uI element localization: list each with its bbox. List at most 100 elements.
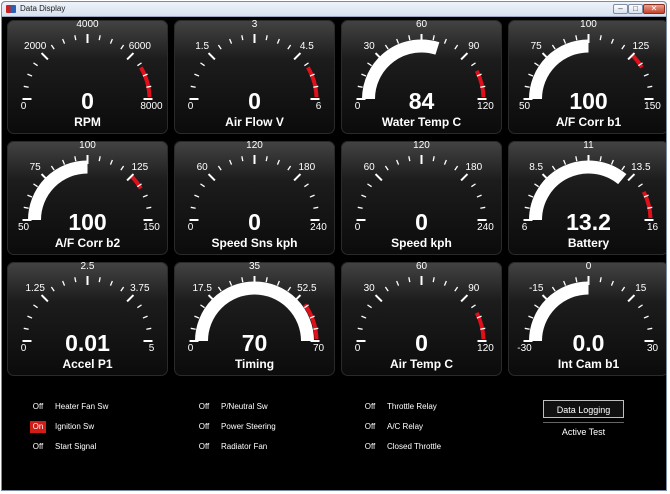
minor-tick	[276, 38, 280, 44]
minor-tick	[534, 183, 539, 188]
major-tick	[126, 52, 135, 61]
major-tick	[40, 52, 49, 61]
tick-label: 125	[632, 40, 650, 52]
switch-state: Off	[364, 402, 376, 411]
minor-tick	[443, 280, 447, 286]
minor-tick	[528, 73, 534, 77]
minor-tick	[265, 35, 268, 41]
tick-label: 52.5	[297, 282, 317, 294]
tick-label: 60	[415, 262, 428, 272]
tick-label: 30	[363, 40, 375, 52]
tick-label: 15	[635, 282, 647, 294]
minor-tick	[524, 206, 530, 209]
minor-tick	[304, 183, 309, 188]
tick-label: 1.5	[195, 40, 210, 52]
tick-label: 3	[251, 20, 258, 30]
tick-label: 60	[196, 161, 208, 173]
minor-tick	[120, 286, 125, 292]
major-tick	[293, 52, 302, 61]
minor-tick	[408, 156, 411, 162]
minor-tick	[50, 165, 55, 171]
title-bar[interactable]: Data Display – □ ✕	[2, 2, 666, 17]
major-tick	[207, 52, 216, 61]
tick-label: -15	[528, 282, 544, 294]
gauge-int-cam-b1: -30 -15 0 15 30 0.0 Int Cam b1	[508, 262, 666, 376]
switch-state: Off	[32, 402, 44, 411]
minor-tick	[610, 38, 614, 44]
gauge-value: 0.01	[65, 330, 110, 356]
gauge-value: 0	[248, 209, 261, 235]
active-test-button[interactable]: Active Test	[543, 422, 624, 440]
minor-tick	[74, 277, 77, 283]
gauge-accel-p1: 0 1.25 2.5 3.75 5 0.01 Accel P1	[7, 262, 168, 376]
minor-tick	[551, 165, 556, 171]
minor-tick	[610, 280, 614, 286]
minimize-button[interactable]: –	[613, 4, 628, 14]
gauge-rpm: 0 2000 4000 6000 8000 0 RPM	[7, 20, 168, 134]
minor-tick	[647, 327, 653, 330]
minor-tick	[599, 35, 602, 41]
redline-arc	[630, 53, 644, 69]
gauge-timing: 0 17.5 35 52.5 70 70 Timing	[174, 262, 335, 376]
minor-tick	[200, 183, 205, 188]
minor-tick	[454, 44, 459, 50]
minor-tick	[361, 315, 367, 319]
minor-tick	[621, 165, 626, 171]
tick-label: 100	[79, 141, 96, 151]
minor-tick	[190, 85, 196, 88]
minor-tick	[454, 286, 459, 292]
data-logging-button[interactable]: Data Logging	[543, 400, 624, 418]
gauge-air-flow-v: 0 1.5 3 4.5 6 0 Air Flow V	[174, 20, 335, 134]
minor-tick	[23, 327, 29, 330]
gauge-label: Int Cam b1	[557, 357, 620, 371]
minor-tick	[146, 206, 152, 209]
switch-name: Throttle Relay	[387, 402, 437, 411]
minor-tick	[432, 277, 435, 283]
minor-tick	[265, 277, 268, 283]
gauge-value: 13.2	[566, 209, 611, 235]
minor-tick	[621, 286, 626, 292]
minor-tick	[647, 85, 653, 88]
minor-tick	[109, 280, 113, 286]
minor-tick	[396, 38, 400, 44]
minor-tick	[62, 159, 66, 165]
minor-tick	[396, 159, 400, 165]
minor-tick	[287, 165, 292, 171]
minor-tick	[443, 159, 447, 165]
minor-tick	[563, 159, 567, 165]
minor-tick	[432, 35, 435, 41]
minor-tick	[287, 44, 292, 50]
minor-tick	[109, 159, 113, 165]
major-tick	[293, 173, 302, 182]
switch-name: Heater Fan Sw	[55, 402, 109, 411]
tick-label: 60	[363, 161, 375, 173]
switch-name: Power Steering	[221, 422, 276, 431]
minor-tick	[480, 206, 486, 209]
minor-tick	[27, 315, 33, 319]
minor-tick	[276, 280, 280, 286]
tick-label: 11	[583, 141, 594, 151]
gauge-value: 100	[68, 209, 107, 235]
gauge-a-f-corr-b2: 50 75 100 125 150 100 A/F Corr b2	[7, 141, 168, 255]
gauge-label: Speed kph	[391, 236, 452, 250]
minor-tick	[265, 156, 268, 162]
tick-label: 2000	[24, 40, 47, 52]
minor-tick	[396, 280, 400, 286]
maximize-button[interactable]: □	[628, 4, 643, 14]
major-tick	[126, 294, 135, 303]
tick-label: 180	[298, 161, 316, 173]
close-button[interactable]: ✕	[643, 4, 665, 14]
tick-label: 0	[585, 262, 592, 272]
gauge-value: 0.0	[572, 330, 605, 356]
major-tick	[40, 294, 49, 303]
switch-name: A/C Relay	[387, 422, 424, 431]
minor-tick	[610, 159, 614, 165]
switch-state: Off	[198, 402, 210, 411]
minor-tick	[142, 194, 148, 198]
tick-label: 75	[530, 40, 542, 52]
minor-tick	[432, 156, 435, 162]
tick-label: 4000	[76, 20, 99, 30]
minor-tick	[471, 62, 476, 67]
minor-tick	[367, 62, 372, 67]
minor-tick	[361, 73, 367, 77]
